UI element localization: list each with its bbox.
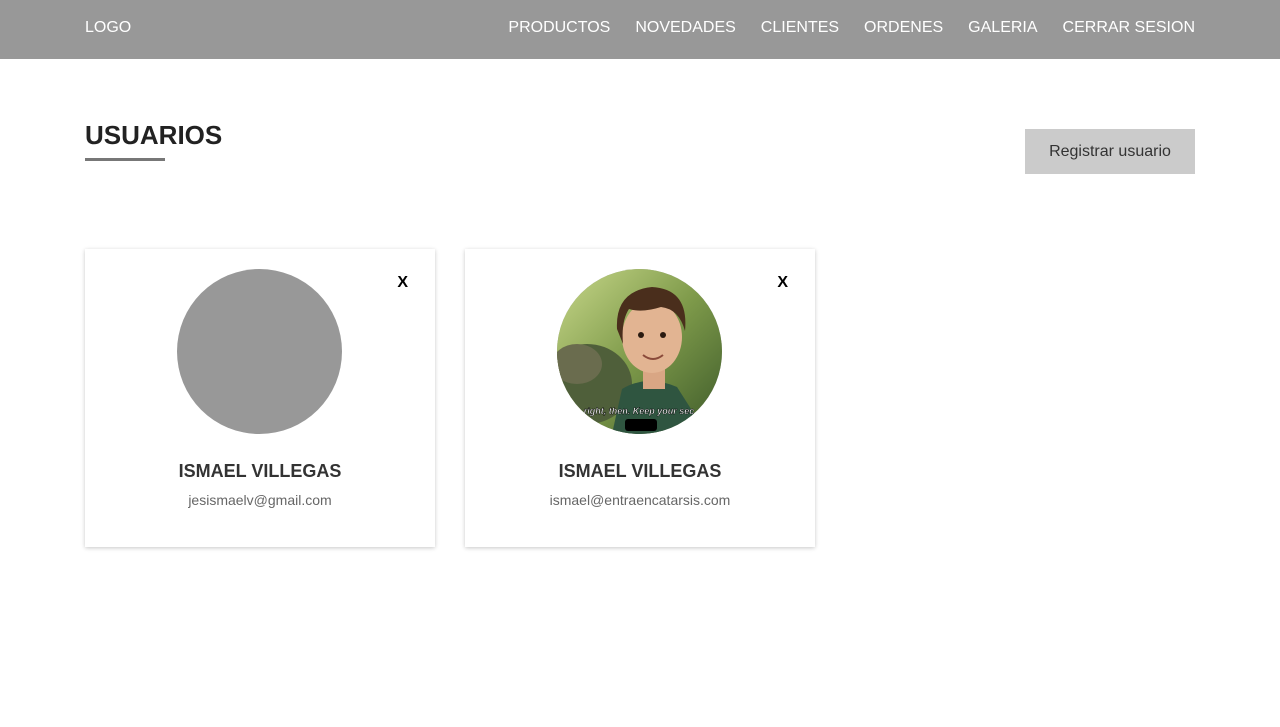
main-nav: PRODUCTOS NOVEDADES CLIENTES ORDENES GAL… [508,19,1195,37]
avatar-caption: right, then. Keep your sec [584,406,695,416]
page-title: USUARIOS [85,120,223,150]
register-user-button[interactable]: Registrar usuario [1025,129,1195,174]
avatar-photo: right, then. Keep your sec [557,269,722,434]
delete-user-button[interactable]: X [777,275,788,291]
nav-link-clientes[interactable]: CLIENTES [761,19,839,37]
nav-link-productos[interactable]: PRODUCTOS [508,19,610,37]
delete-user-button[interactable]: X [397,275,408,291]
user-name: ISMAEL VILLEGAS [178,461,342,481]
user-email: jesismaelv@gmail.com [188,492,332,508]
user-card: X ISMAEL VILLEGAS jesismaelv@gmail.com [85,249,435,547]
nav-link-ordenes[interactable]: ORDENES [864,19,943,37]
user-card: X right, then. Keep your sec ISMAEL VILL… [465,249,815,547]
logo-link[interactable]: LOGO [85,19,131,37]
nav-link-cerrar-sesion[interactable]: CERRAR SESION [1063,19,1195,37]
top-navbar: LOGO PRODUCTOS NOVEDADES CLIENTES ORDENE… [0,0,1280,59]
title-underline [85,158,165,161]
nav-link-galeria[interactable]: GALERIA [968,19,1037,37]
nav-link-novedades[interactable]: NOVEDADES [635,19,735,37]
avatar-placeholder [177,269,342,434]
user-email: ismael@entraencatarsis.com [549,492,731,508]
user-name: ISMAEL VILLEGAS [558,461,722,481]
